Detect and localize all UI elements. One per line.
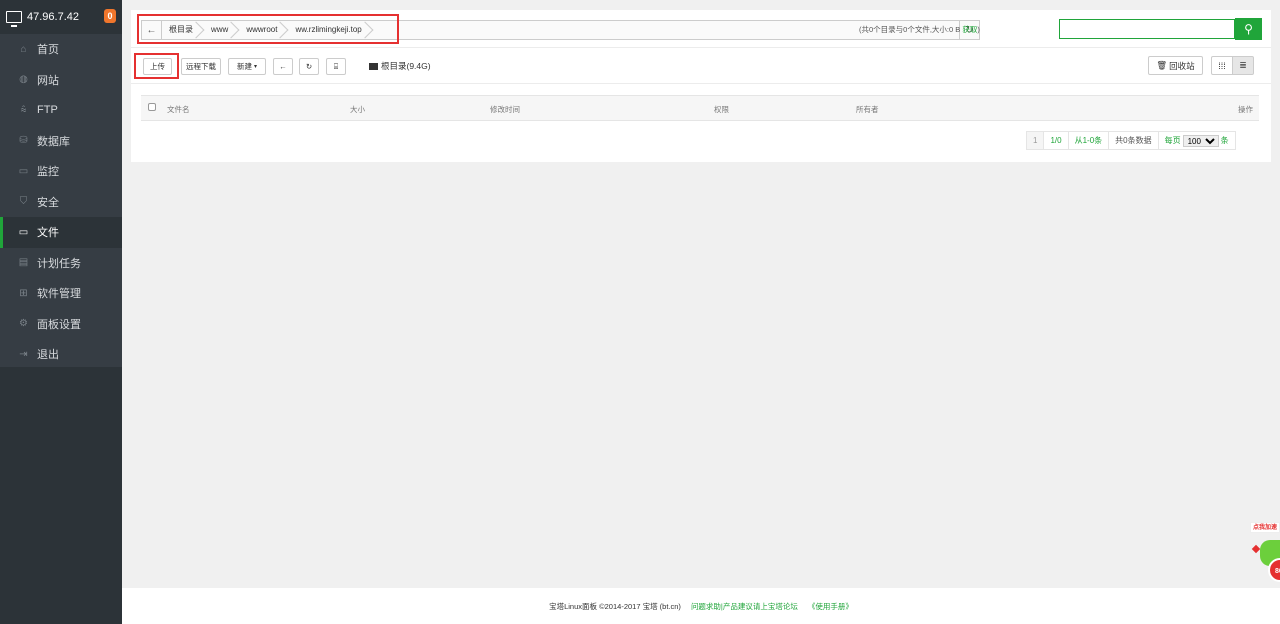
- sidebar-item-label: 文件: [37, 227, 59, 240]
- sidebar-item-files[interactable]: ▭ 文件: [0, 217, 122, 248]
- remote-download-button[interactable]: 远程下载: [181, 58, 221, 75]
- sidebar-item-label: 网站: [37, 74, 59, 87]
- page-current: 1: [1026, 131, 1045, 150]
- page-count[interactable]: 1/0: [1043, 131, 1069, 150]
- caret-down-icon: ▾: [253, 64, 257, 70]
- back-button[interactable]: ←: [273, 58, 293, 75]
- sidebar: 47.96.7.42 0 ⌂ 首页 ◍ 网站 ⩯ FTP ⛁ 数据库 ▭ 监控 ⛉ 安全 ▭…: [0, 0, 122, 624]
- file-manager-panel: ← 根目录 www wwwroot ww.rzlimingkeji.top ↻ …: [131, 10, 1271, 162]
- monitor-icon: [6, 11, 22, 27]
- sidebar-item-label: 面板设置: [37, 318, 81, 331]
- terminal-button[interactable]: ⌸: [326, 58, 346, 75]
- back-arrow-icon: ←: [279, 62, 287, 71]
- manual-link[interactable]: 《使用手册》: [808, 601, 853, 612]
- dir-summary-text: (共0个目录与0个文件,大小:0 B: [859, 25, 961, 34]
- per-page-label: 每页: [1164, 136, 1181, 145]
- sidebar-background: [0, 367, 122, 624]
- table-header: 文件名 大小 修改时间 权限 所有者 操作: [141, 95, 1259, 121]
- speedup-count[interactable]: 86: [1268, 558, 1280, 582]
- disk-icon: [369, 62, 378, 70]
- select-all-checkbox[interactable]: [148, 103, 156, 111]
- speedup-label[interactable]: 点我加速: [1250, 522, 1280, 533]
- globe-icon: ◍: [19, 74, 28, 86]
- sidebar-item-ftp[interactable]: ⩯ FTP: [0, 95, 122, 126]
- recycle-label: 回收站: [1169, 60, 1195, 71]
- col-modified[interactable]: 修改时间: [490, 104, 520, 115]
- logout-icon: ⇥: [19, 348, 28, 360]
- sidebar-item-website[interactable]: ◍ 网站: [0, 65, 122, 96]
- sidebar-item-logout[interactable]: ⇥ 退出: [0, 339, 122, 370]
- sidebar-item-software[interactable]: ⊞ 软件管理: [0, 278, 122, 309]
- terminal-icon: ⌸: [333, 61, 339, 71]
- new-dropdown-button[interactable]: 新建 ▾: [228, 58, 266, 75]
- sidebar-item-cron[interactable]: ▤ 计划任务: [0, 248, 122, 279]
- settings-icon: ⚙: [19, 318, 28, 330]
- server-header[interactable]: 47.96.7.42 0: [0, 0, 122, 34]
- heart-icon: [1251, 544, 1261, 554]
- search-button[interactable]: ⚲: [1235, 18, 1262, 40]
- toolbar: 上传 远程下载 新建 ▾ ← ↻ ⌸ 根目录(9.4G) 🗑 回收站 ⁞⁞⁞ ≣: [131, 48, 1271, 84]
- search-input[interactable]: [1059, 19, 1235, 39]
- sidebar-item-monitor[interactable]: ▭ 监控: [0, 156, 122, 187]
- page-range[interactable]: 从1-0条: [1067, 131, 1110, 150]
- folder-icon: ▭: [18, 226, 29, 238]
- sidebar-item-security[interactable]: ⛉ 安全: [0, 187, 122, 218]
- home-icon: ⌂: [20, 43, 27, 55]
- col-permission: 权限: [714, 105, 729, 114]
- grid-icon: ⁞⁞⁞: [1218, 60, 1226, 71]
- sidebar-item-label: 安全: [37, 196, 59, 209]
- total-count: 共0条数据: [1108, 131, 1159, 150]
- per-page-select[interactable]: 100: [1182, 134, 1219, 147]
- col-owner: 所有者: [856, 105, 879, 114]
- refresh-icon: ↻: [305, 62, 313, 71]
- disk-usage[interactable]: 根目录(9.4G): [369, 60, 431, 72]
- notification-badge[interactable]: 0: [104, 9, 116, 23]
- sidebar-item-label: 数据库: [37, 135, 70, 148]
- search-icon: ⚲: [1244, 22, 1253, 36]
- dir-summary-close: ): [977, 25, 980, 34]
- grid-icon: ⊞: [19, 287, 28, 299]
- server-ip: 47.96.7.42: [27, 11, 79, 23]
- sidebar-menu: ⌂ 首页 ◍ 网站 ⩯ FTP ⛁ 数据库 ▭ 监控 ⛉ 安全 ▭ 文件 ▤ 计划任务 ⊞ 软件管…: [0, 34, 122, 400]
- sidebar-item-label: FTP: [37, 104, 58, 117]
- sidebar-item-label: 退出: [37, 349, 59, 362]
- new-label: 新建: [236, 62, 252, 71]
- shield-icon: ⛉: [19, 196, 28, 208]
- database-icon: ⛁: [19, 135, 28, 147]
- sidebar-item-label: 软件管理: [37, 288, 81, 301]
- sidebar-item-home[interactable]: ⌂ 首页: [0, 34, 122, 65]
- footer: 宝塔Linux面板 ©2014-2017 宝塔 (bt.cn) 问题求助|产品建…: [122, 588, 1280, 624]
- recycle-bin-button[interactable]: 🗑 回收站: [1148, 56, 1203, 75]
- forum-link[interactable]: 问题求助|产品建议请上宝塔论坛: [691, 601, 798, 612]
- per-page-unit: 条: [1220, 136, 1229, 145]
- ftp-icon: ⩯: [20, 104, 27, 116]
- col-actions: 操作: [1238, 105, 1253, 114]
- upload-highlight: [134, 53, 179, 79]
- sidebar-item-database[interactable]: ⛁ 数据库: [0, 126, 122, 157]
- disk-usage-label: 根目录(9.4G): [381, 61, 431, 71]
- dir-summary: (共0个目录与0个文件,大小:0 B 获取): [859, 24, 980, 35]
- calendar-icon: ▤: [18, 257, 29, 269]
- list-view-button[interactable]: ≣: [1232, 56, 1254, 75]
- list-icon: ≣: [1239, 60, 1247, 70]
- per-page[interactable]: 每页 100 条: [1157, 131, 1236, 150]
- refresh-button[interactable]: ↻: [299, 58, 319, 75]
- col-filename[interactable]: 文件名: [167, 104, 190, 115]
- speedup-widget[interactable]: 点我加速 86: [1250, 522, 1280, 586]
- path-row: ← 根目录 www wwwroot ww.rzlimingkeji.top ↻ …: [131, 10, 1271, 48]
- col-size[interactable]: 大小: [350, 104, 365, 115]
- monitor-icon: ▭: [18, 165, 29, 177]
- get-size-link[interactable]: 获取: [962, 25, 977, 34]
- trash-icon: 🗑: [1156, 60, 1168, 70]
- sidebar-item-settings[interactable]: ⚙ 面板设置: [0, 309, 122, 340]
- sidebar-item-label: 首页: [37, 44, 59, 57]
- pagination: 1 1/0 从1-0条 共0条数据 每页 100 条: [1026, 131, 1236, 150]
- breadcrumb-highlight: [137, 14, 399, 44]
- copyright-text: 宝塔Linux面板 ©2014-2017 宝塔 (bt.cn): [549, 601, 681, 611]
- sidebar-item-label: 监控: [37, 166, 59, 179]
- sidebar-item-label: 计划任务: [37, 257, 81, 270]
- grid-view-button[interactable]: ⁞⁞⁞: [1211, 56, 1233, 75]
